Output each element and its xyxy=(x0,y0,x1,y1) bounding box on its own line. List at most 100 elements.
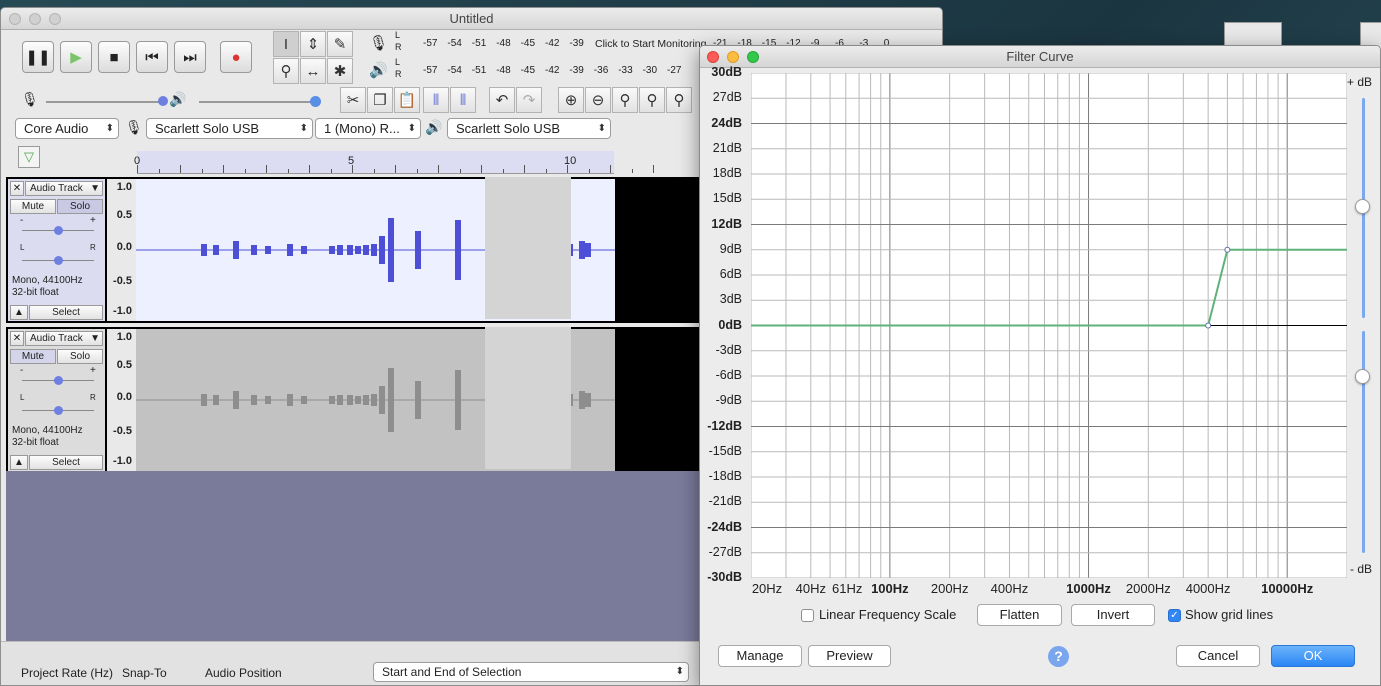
audio-track: ✕ Audio Track ▼ Mute Solo - + L R Mono, 44100Hz 32… xyxy=(6,327,701,473)
solo-button[interactable]: Solo xyxy=(57,199,103,214)
minimize-window-button[interactable] xyxy=(727,51,739,63)
copy-button[interactable]: ❐ xyxy=(367,87,393,113)
ruler-tick-mark xyxy=(201,169,203,173)
recording-volume-slider[interactable] xyxy=(46,101,164,103)
gain-slider-thumb[interactable] xyxy=(54,226,63,235)
pan-slider-thumb[interactable] xyxy=(54,256,63,265)
gain-minus-label: - xyxy=(20,215,24,226)
select-track-button[interactable]: Select xyxy=(29,305,103,320)
zoom-out-button[interactable]: ⊖ xyxy=(585,87,611,113)
close-window-button[interactable] xyxy=(707,51,719,63)
timeshift-tool[interactable]: ↔ xyxy=(300,58,326,84)
skip-to-start-button[interactable]: ⏮ xyxy=(136,41,168,73)
zoom-window-button[interactable] xyxy=(747,51,759,63)
playback-device-select[interactable]: Scarlett Solo USB ⬍ xyxy=(447,118,611,139)
max-db-slider-thumb[interactable] xyxy=(1355,199,1370,214)
track-empty-region[interactable] xyxy=(485,177,571,319)
meter-tick-label: -42 xyxy=(545,38,560,49)
paste-button[interactable]: 📋 xyxy=(394,87,420,113)
timeline-ruler[interactable]: 0 5 10 xyxy=(134,151,654,174)
empty-track-area[interactable] xyxy=(6,471,701,641)
fit-selection-button[interactable]: ⚲ xyxy=(612,87,638,113)
frequency-axis-label: 200Hz xyxy=(930,581,969,596)
multi-tool[interactable]: ✱ xyxy=(327,58,353,84)
min-db-slider[interactable] xyxy=(1362,331,1365,553)
track-close-button[interactable]: ✕ xyxy=(10,331,24,346)
show-grid-lines-checkbox[interactable]: ✓ xyxy=(1168,609,1181,622)
draw-tool[interactable]: ✎ xyxy=(327,31,353,57)
solo-button[interactable]: Solo xyxy=(57,349,103,364)
selection-tool[interactable]: I xyxy=(273,31,299,57)
collapse-track-button[interactable]: ▲ xyxy=(10,305,28,320)
amplitude-tick-label: 0.5 xyxy=(116,209,132,221)
track-close-button[interactable]: ✕ xyxy=(10,181,24,196)
silence-button[interactable]: ⦀ xyxy=(450,87,476,113)
zoom-window-button[interactable] xyxy=(49,13,61,25)
selection-mode-select[interactable]: Start and End of Selection ⬍ xyxy=(373,662,689,682)
invert-button[interactable]: Invert xyxy=(1071,604,1155,626)
db-axis-label: 12dB xyxy=(711,216,742,231)
recording-volume-thumb[interactable] xyxy=(158,96,168,106)
cut-button[interactable]: ✂ xyxy=(340,87,366,113)
fit-project-button[interactable]: ⚲ xyxy=(639,87,665,113)
zoom-in-button[interactable]: ⊕ xyxy=(558,87,584,113)
magnifier-icon: ⚲ xyxy=(280,63,292,80)
meter-tick-label: -33 xyxy=(618,65,633,76)
select-track-button[interactable]: Select xyxy=(29,455,103,470)
undo-button[interactable]: ↶ xyxy=(489,87,515,113)
playback-meter[interactable]: L R -57 -54 -51 -48 -45 -42 -39 -36 -33 -30 -27 xyxy=(395,57,695,83)
ok-button[interactable]: OK xyxy=(1271,645,1355,667)
playback-volume-thumb[interactable] xyxy=(310,96,321,107)
record-meter[interactable]: L R -57 -54 -51 -48 -45 -42 -39 Click to Start Mo… xyxy=(395,30,889,56)
waveform-peak xyxy=(388,368,394,432)
skip-to-end-button[interactable]: ⏭ xyxy=(174,41,206,73)
pan-slider-thumb[interactable] xyxy=(54,406,63,415)
window-title: Filter Curve xyxy=(1006,49,1074,64)
track-name-menu[interactable]: Audio Track ▼ xyxy=(25,181,103,196)
ruler-tick-mark xyxy=(352,165,353,173)
gain-slider-thumb[interactable] xyxy=(54,376,63,385)
amplitude-tick-label: -0.5 xyxy=(113,275,132,287)
collapse-track-button[interactable]: ▲ xyxy=(10,455,28,470)
linear-frequency-scale-checkbox[interactable] xyxy=(801,609,814,622)
play-button[interactable]: ▶ xyxy=(60,41,92,73)
zoom-tool[interactable]: ⚲ xyxy=(273,58,299,84)
manage-button[interactable]: Manage xyxy=(718,645,802,667)
flatten-button[interactable]: Flatten xyxy=(977,604,1062,626)
mute-button[interactable]: Mute xyxy=(10,349,56,364)
record-button[interactable]: ● xyxy=(220,41,252,73)
asterisk-icon: ✱ xyxy=(333,63,347,80)
cancel-button[interactable]: Cancel xyxy=(1176,645,1260,667)
curve-control-point[interactable] xyxy=(1205,322,1212,329)
db-axis-label: -12dB xyxy=(707,418,742,433)
recording-channels-select[interactable]: 1 (Mono) R... ⬍ xyxy=(315,118,421,139)
db-axis-label: -9dB xyxy=(715,393,742,408)
recording-channels-value: 1 (Mono) R... xyxy=(324,121,400,136)
playback-volume-slider[interactable] xyxy=(199,101,317,103)
audio-host-select[interactable]: Core Audio ⬍ xyxy=(15,118,119,139)
filter-curve-graph[interactable] xyxy=(751,73,1347,578)
pause-button[interactable]: ❚❚ xyxy=(22,41,54,73)
curve-control-point[interactable] xyxy=(1224,246,1231,253)
minimize-window-button[interactable] xyxy=(29,13,41,25)
track-name-menu[interactable]: Audio Track ▼ xyxy=(25,331,103,346)
close-window-button[interactable] xyxy=(9,13,21,25)
mute-button[interactable]: Mute xyxy=(10,199,56,214)
waveform-peak xyxy=(585,243,591,257)
timeline-options-button[interactable]: ▽ xyxy=(18,146,40,168)
help-button[interactable]: ? xyxy=(1048,646,1069,667)
ruler-tick-mark xyxy=(395,165,396,173)
stop-button[interactable]: ■ xyxy=(98,41,130,73)
start-monitoring-label[interactable]: Click to Start Monitoring xyxy=(595,38,706,50)
preview-button[interactable]: Preview xyxy=(808,645,891,667)
waveform-peak xyxy=(371,244,377,256)
track-empty-region[interactable] xyxy=(485,327,571,469)
redo-button[interactable]: ↷ xyxy=(516,87,542,113)
zoom-toggle-button[interactable]: ⚲ xyxy=(666,87,692,113)
waveform-peak xyxy=(329,396,335,404)
trim-button[interactable]: ⦀ xyxy=(423,87,449,113)
min-db-slider-thumb[interactable] xyxy=(1355,369,1370,384)
recording-device-select[interactable]: Scarlett Solo USB ⬍ xyxy=(146,118,313,139)
amplitude-tick-label: 0.0 xyxy=(116,241,132,253)
envelope-tool[interactable]: ⇕ xyxy=(300,31,326,57)
